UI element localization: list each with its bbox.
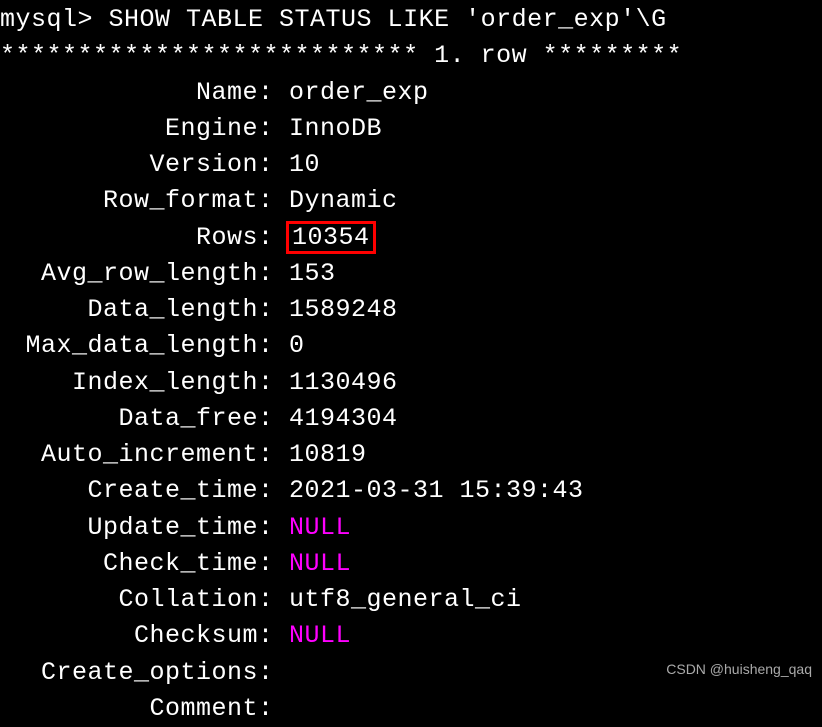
field-row: Comment:	[0, 691, 822, 727]
field-row: Auto_increment: 10819	[0, 437, 822, 473]
field-colon: :	[258, 691, 289, 727]
field-value: InnoDB	[289, 111, 382, 147]
field-colon: :	[258, 582, 289, 618]
field-row: Name: order_exp	[0, 75, 822, 111]
field-value: 153	[289, 256, 336, 292]
field-label: Data_free	[0, 401, 258, 437]
field-colon: :	[258, 75, 289, 111]
field-colon: :	[258, 220, 289, 256]
field-colon: :	[258, 546, 289, 582]
field-row: Version: 10	[0, 147, 822, 183]
field-value: utf8_general_ci	[289, 582, 522, 618]
field-row: Check_time: NULL	[0, 546, 822, 582]
field-label: Rows	[0, 220, 258, 256]
field-colon: :	[258, 510, 289, 546]
row-divider: *************************** 1. row *****…	[0, 38, 822, 74]
field-colon: :	[258, 147, 289, 183]
field-colon: :	[258, 292, 289, 328]
field-value: 10354	[289, 220, 376, 256]
field-row: Row_format: Dynamic	[0, 183, 822, 219]
field-value: 0	[289, 328, 305, 364]
watermark-text: CSDN @huisheng_qaq	[666, 659, 812, 679]
highlight-box: 10354	[286, 221, 376, 255]
field-row: Max_data_length: 0	[0, 328, 822, 364]
field-value: NULL	[289, 510, 351, 546]
field-value: 4194304	[289, 401, 398, 437]
field-label: Index_length	[0, 365, 258, 401]
field-label: Avg_row_length	[0, 256, 258, 292]
field-value: 2021-03-31 15:39:43	[289, 473, 584, 509]
field-label: Checksum	[0, 618, 258, 654]
field-row: Update_time: NULL	[0, 510, 822, 546]
field-colon: :	[258, 111, 289, 147]
field-row: Create_time: 2021-03-31 15:39:43	[0, 473, 822, 509]
field-value: order_exp	[289, 75, 429, 111]
field-value: 10819	[289, 437, 367, 473]
field-value: NULL	[289, 618, 351, 654]
field-row: Avg_row_length: 153	[0, 256, 822, 292]
field-colon: :	[258, 473, 289, 509]
field-colon: :	[258, 256, 289, 292]
field-colon: :	[258, 328, 289, 364]
field-label: Engine	[0, 111, 258, 147]
field-colon: :	[258, 401, 289, 437]
field-label: Collation	[0, 582, 258, 618]
field-label: Name	[0, 75, 258, 111]
field-colon: :	[258, 365, 289, 401]
field-label: Max_data_length	[0, 328, 258, 364]
field-row: Rows: 10354	[0, 220, 822, 256]
field-value: 1589248	[289, 292, 398, 328]
mysql-command-line: mysql> SHOW TABLE STATUS LIKE 'order_exp…	[0, 2, 822, 38]
field-value: NULL	[289, 546, 351, 582]
field-label: Create_options	[0, 655, 258, 691]
field-colon: :	[258, 655, 289, 691]
field-row: Data_length: 1589248	[0, 292, 822, 328]
field-label: Update_time	[0, 510, 258, 546]
field-row: Checksum: NULL	[0, 618, 822, 654]
field-row: Data_free: 4194304	[0, 401, 822, 437]
field-value: 10	[289, 147, 320, 183]
field-value: Dynamic	[289, 183, 398, 219]
field-label: Create_time	[0, 473, 258, 509]
field-row: Index_length: 1130496	[0, 365, 822, 401]
field-colon: :	[258, 183, 289, 219]
field-label: Check_time	[0, 546, 258, 582]
field-label: Comment	[0, 691, 258, 727]
field-label: Data_length	[0, 292, 258, 328]
field-label: Version	[0, 147, 258, 183]
field-colon: :	[258, 437, 289, 473]
field-label: Row_format	[0, 183, 258, 219]
field-row: Collation: utf8_general_ci	[0, 582, 822, 618]
field-value: 1130496	[289, 365, 398, 401]
field-colon: :	[258, 618, 289, 654]
table-status-fields: Name: order_expEngine: InnoDBVersion: 10…	[0, 75, 822, 727]
field-label: Auto_increment	[0, 437, 258, 473]
field-row: Engine: InnoDB	[0, 111, 822, 147]
